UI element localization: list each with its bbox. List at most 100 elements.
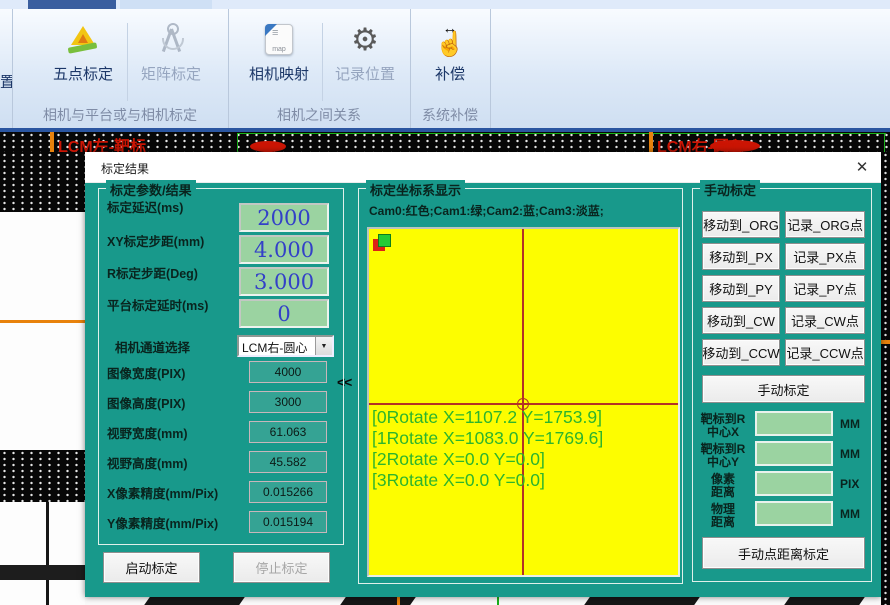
params-group: 标定参数/结果 标定延迟(ms) XY标定步距(mm) R标定步距(Deg) 平… bbox=[98, 188, 344, 545]
record-px-button[interactable]: 记录_PX点 bbox=[785, 243, 865, 270]
compensation-button[interactable]: ↔ ☝ 补偿 bbox=[418, 15, 482, 109]
ribbon-group-calibration: 五点标定 矩阵标定 相机与平台或与相机标定 bbox=[12, 9, 229, 128]
record-py-button[interactable]: 记录_PY点 bbox=[785, 275, 865, 302]
swipe-hand-icon: ↔ ☝ bbox=[418, 15, 482, 63]
r-step-input[interactable] bbox=[239, 267, 329, 296]
field-label: 标定延迟(ms) bbox=[107, 197, 183, 216]
dialog-title: 标定结果 bbox=[101, 160, 149, 177]
pixel-distance-input[interactable] bbox=[755, 471, 833, 496]
image-height-value: 3000 bbox=[249, 391, 327, 413]
ribbon-tab[interactable] bbox=[120, 0, 212, 9]
start-calibration-button[interactable]: 启动标定 bbox=[103, 552, 200, 583]
manual-calibration-group: 手动标定 移动到_ORG 记录_ORG点 移动到_PX 记录_PX点 移动到_P… bbox=[692, 188, 872, 582]
y-precision-value: 0.015194 bbox=[249, 511, 327, 533]
set-square-icon bbox=[42, 15, 124, 63]
platform-delay-input[interactable] bbox=[239, 299, 329, 328]
field-label: 靶标到R 中心X bbox=[695, 413, 751, 439]
ribbon-button-label: 补偿 bbox=[418, 63, 482, 84]
ribbon-group-label: 相机之间关系 bbox=[228, 105, 410, 125]
field-label: 视野宽度(mm) bbox=[107, 423, 188, 442]
rotate-readout: [1Rotate X=1083.0 Y=1769.6] bbox=[372, 428, 603, 449]
ribbon-separator bbox=[322, 23, 323, 101]
ribbon-tabs[interactable] bbox=[0, 0, 890, 9]
gear-icon: ⚙ bbox=[324, 15, 406, 63]
camera-view-background: LCM左-靶标 LCM右-圆心 bbox=[0, 132, 890, 152]
map-icon: ≡ map bbox=[238, 15, 320, 63]
record-position-button[interactable]: ⚙ 记录位置 bbox=[324, 15, 406, 109]
field-label: 图像宽度(PIX) bbox=[107, 363, 185, 382]
ribbon-button-label: 五点标定 bbox=[42, 63, 124, 84]
field-label: 像素 距离 bbox=[695, 473, 751, 499]
image-width-value: 4000 bbox=[249, 361, 327, 383]
manual-point-distance-button[interactable]: 手动点距离标定 bbox=[702, 537, 865, 569]
ribbon-group-label: 相机与平台或与相机标定 bbox=[12, 105, 228, 125]
target-to-center-x-input[interactable] bbox=[755, 411, 833, 436]
camera-color-legend: Cam0:红色;Cam1:绿;Cam2:蓝;Cam3:淡蓝; bbox=[369, 202, 604, 219]
camera-mapping-button[interactable]: ≡ map 相机映射 bbox=[238, 15, 320, 109]
cam1-marker bbox=[378, 234, 391, 247]
field-label: 相机通道选择 bbox=[115, 337, 190, 356]
ribbon-separator bbox=[127, 23, 128, 101]
camera-view-border bbox=[237, 133, 238, 152]
field-label: 视野高度(mm) bbox=[107, 453, 188, 472]
ribbon-tab-selected[interactable] bbox=[28, 0, 116, 9]
rotate-readout: [0Rotate X=1107.2 Y=1753.9] bbox=[372, 407, 602, 428]
record-org-button[interactable]: 记录_ORG点 bbox=[785, 211, 865, 238]
field-label: XY标定步距(mm) bbox=[107, 231, 204, 250]
x-precision-value: 0.015266 bbox=[249, 481, 327, 503]
ribbon-partial-button[interactable]: 置 bbox=[0, 71, 12, 92]
ribbon-button-label: 矩阵标定 bbox=[130, 63, 212, 84]
rotate-readout: [2Rotate X=0.0 Y=0.0] bbox=[372, 449, 545, 470]
calibration-result-dialog: 标定结果 ✕ << 标定参数/结果 标定延迟(ms) XY标定步距(mm) R标… bbox=[85, 152, 881, 597]
unit-label: PIX bbox=[840, 477, 859, 491]
move-to-cw-button[interactable]: 移动到_CW bbox=[702, 307, 780, 334]
fov-height-value: 45.582 bbox=[249, 451, 327, 473]
camera-channel-value: LCM右-圆心 bbox=[242, 339, 314, 356]
record-ccw-button[interactable]: 记录_CCW点 bbox=[785, 339, 865, 366]
move-to-px-button[interactable]: 移动到_PX bbox=[702, 243, 780, 270]
camera-view-left-strip bbox=[0, 152, 85, 605]
fov-width-value: 61.063 bbox=[249, 421, 327, 443]
ribbon-group-compensation: ↔ ☝ 补偿 系统补偿 bbox=[410, 9, 491, 128]
xy-step-input[interactable] bbox=[239, 235, 329, 264]
physical-distance-input[interactable] bbox=[755, 501, 833, 526]
ribbon-group-label: 系统补偿 bbox=[410, 105, 490, 125]
field-label: 物理 距离 bbox=[695, 503, 751, 529]
compass-icon bbox=[130, 15, 212, 63]
camera-view-border bbox=[884, 133, 885, 152]
manual-calibration-button[interactable]: 手动标定 bbox=[702, 375, 865, 403]
ribbon-button-label: 记录位置 bbox=[324, 63, 406, 84]
rotate-readout: [3Rotate X=0.0 Y=0.0] bbox=[372, 470, 545, 491]
unit-label: MM bbox=[840, 507, 860, 521]
camera-marker-line bbox=[50, 132, 54, 152]
move-to-py-button[interactable]: 移动到_PY bbox=[702, 275, 780, 302]
close-icon[interactable]: ✕ bbox=[851, 156, 873, 178]
five-point-calibration-button[interactable]: 五点标定 bbox=[42, 15, 124, 109]
field-label: 图像高度(PIX) bbox=[107, 393, 185, 412]
field-label: X像素精度(mm/Pix) bbox=[107, 483, 218, 502]
ribbon: 置 五点标定 矩阵标定 相机与平台或与相机标定 ≡ map 相机映射 bbox=[0, 9, 890, 132]
camera-view-bottom-strip bbox=[85, 597, 881, 605]
manual-group-title: 手动标定 bbox=[700, 180, 760, 199]
move-to-org-button[interactable]: 移动到_ORG bbox=[702, 211, 780, 238]
unit-label: MM bbox=[840, 417, 860, 431]
camera-view-border bbox=[237, 133, 886, 134]
target-to-center-y-input[interactable] bbox=[755, 441, 833, 466]
camera-marker-line bbox=[649, 132, 653, 152]
record-cw-button[interactable]: 记录_CW点 bbox=[785, 307, 865, 334]
camera-channel-select[interactable]: LCM右-圆心 ▼ bbox=[237, 335, 334, 357]
stop-calibration-button[interactable]: 停止标定 bbox=[233, 552, 330, 583]
field-label: Y像素精度(mm/Pix) bbox=[107, 513, 218, 532]
dialog-body: << 标定参数/结果 标定延迟(ms) XY标定步距(mm) R标定步距(Deg… bbox=[85, 182, 881, 597]
camera-target-blob bbox=[250, 141, 286, 152]
coordinate-display-title: 标定坐标系显示 bbox=[366, 180, 465, 199]
field-label: 平台标定延时(ms) bbox=[107, 295, 208, 314]
field-label: R标定步距(Deg) bbox=[107, 263, 198, 282]
field-label: 靶标到R 中心Y bbox=[695, 443, 751, 469]
move-to-ccw-button[interactable]: 移动到_CCW bbox=[702, 339, 780, 366]
dialog-titlebar[interactable]: 标定结果 ✕ bbox=[85, 152, 881, 183]
calibration-canvas: [0Rotate X=1107.2 Y=1753.9] [1Rotate X=1… bbox=[367, 227, 680, 577]
matrix-calibration-button[interactable]: 矩阵标定 bbox=[130, 15, 212, 109]
calibration-delay-input[interactable] bbox=[239, 203, 329, 232]
chevron-down-icon[interactable]: ▼ bbox=[315, 337, 332, 355]
